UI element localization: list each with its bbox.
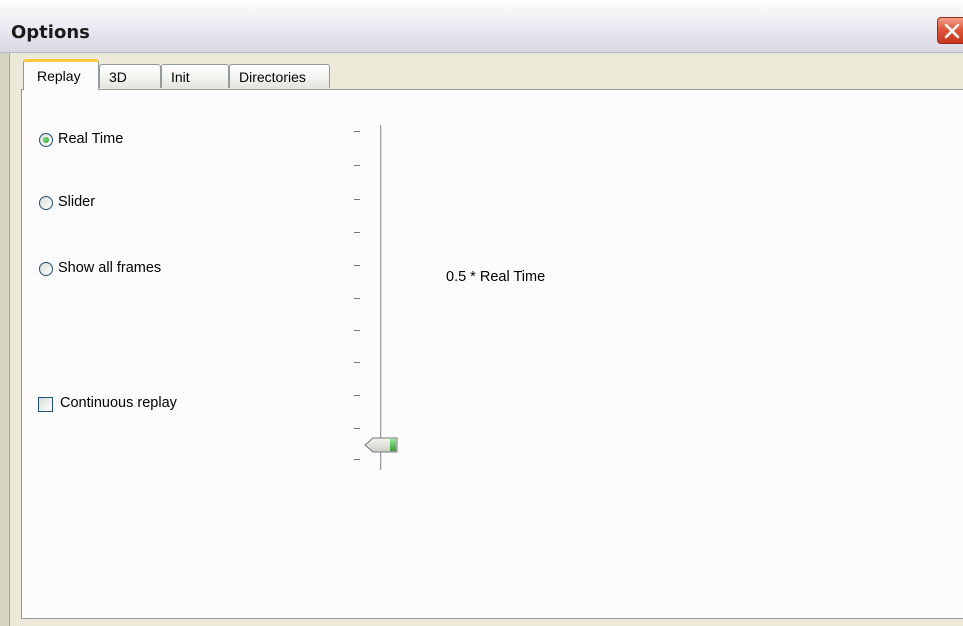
radio-real-time-label: Real Time <box>58 131 124 147</box>
speed-slider-track[interactable] <box>380 125 383 470</box>
radio-slider-label: Slider <box>58 194 96 210</box>
slider-tick <box>354 265 360 266</box>
radio-button[interactable] <box>39 262 53 276</box>
slider-tick <box>354 395 360 396</box>
tab-directories[interactable]: Directories <box>229 64 330 88</box>
replay-tab-panel <box>21 89 963 619</box>
radio-show-all-frames-label: Show all frames <box>58 260 162 276</box>
continuous-replay-label: Continuous replay <box>60 395 177 411</box>
slider-thumb-icon <box>364 437 398 453</box>
slider-tick <box>354 428 360 429</box>
window-title: Options <box>11 22 90 43</box>
title-bar[interactable]: Options <box>0 0 963 53</box>
tab-replay-label: Replay <box>37 68 81 84</box>
slider-tick <box>354 459 360 460</box>
window-left-edge <box>0 53 10 626</box>
speed-value-label: 0.5 * Real Time <box>446 269 546 285</box>
tab-3d[interactable]: 3D <box>99 64 161 88</box>
tab-init-label: Init <box>171 69 190 85</box>
window-bottom-edge <box>10 619 963 626</box>
radio-button[interactable] <box>39 133 53 147</box>
slider-tick <box>354 298 360 299</box>
options-window: Options Replay 3D Init Directories Real … <box>0 0 963 626</box>
radio-button[interactable] <box>39 196 53 210</box>
close-icon <box>944 23 960 39</box>
slider-tick <box>354 330 360 331</box>
slider-tick <box>354 131 360 132</box>
slider-tick <box>354 199 360 200</box>
slider-tick <box>354 165 360 166</box>
tab-directories-label: Directories <box>239 69 306 85</box>
close-button[interactable] <box>937 17 963 44</box>
tab-3d-label: 3D <box>109 69 127 85</box>
speed-slider-thumb[interactable] <box>364 436 398 459</box>
tab-replay[interactable]: Replay <box>23 59 99 90</box>
slider-tick <box>354 232 360 233</box>
tab-init[interactable]: Init <box>161 64 229 88</box>
slider-tick <box>354 362 360 363</box>
radio-selected-dot <box>43 137 49 143</box>
checkbox[interactable] <box>38 397 53 412</box>
